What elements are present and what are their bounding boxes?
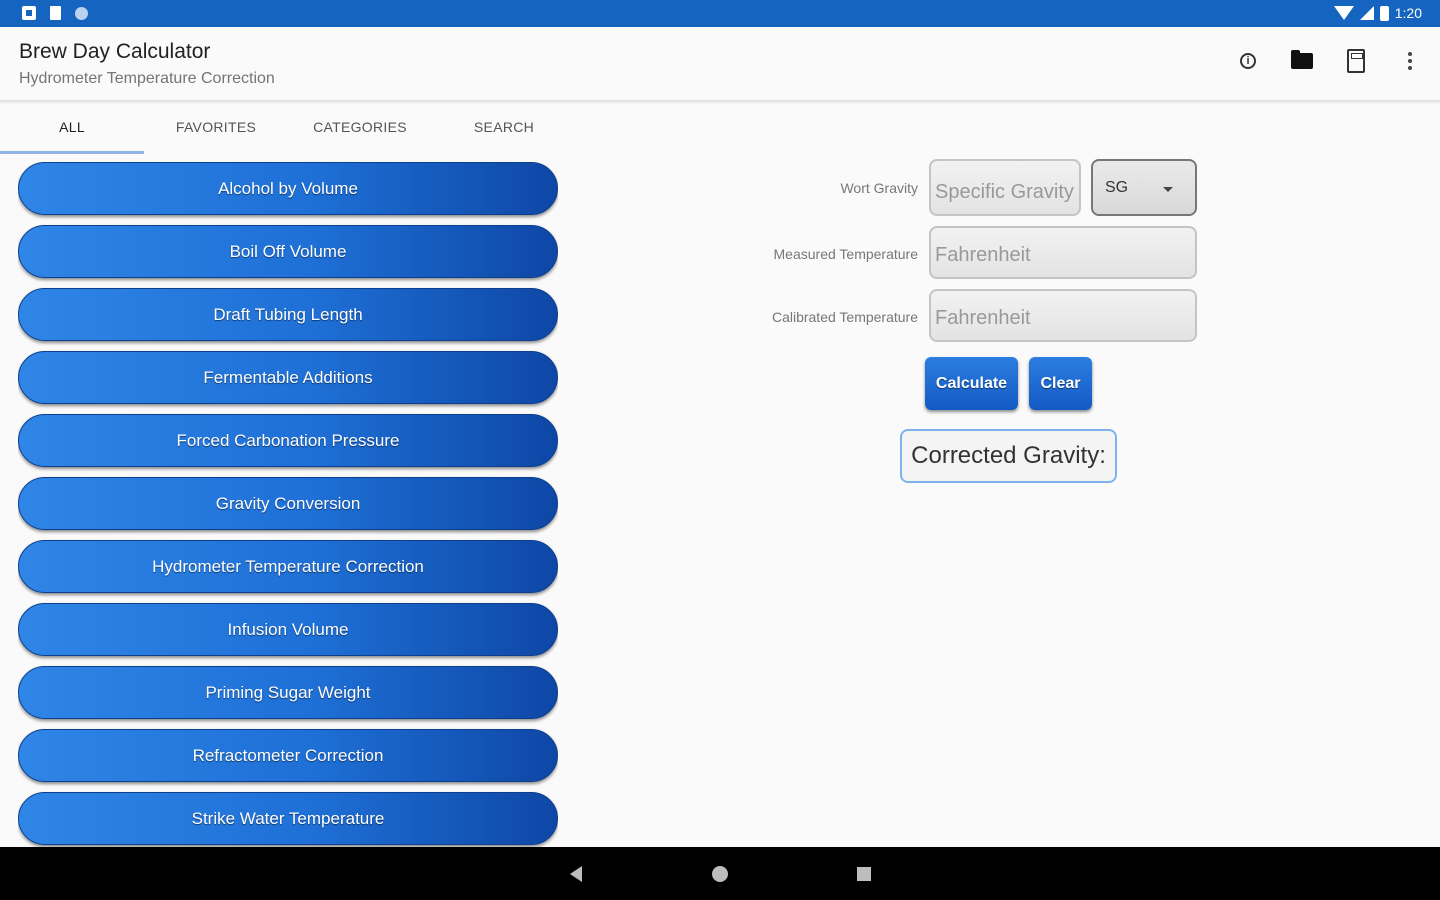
calculator-item-boil-off-volume[interactable]: Boil Off Volume bbox=[18, 225, 558, 278]
notification-icon bbox=[22, 6, 36, 20]
calculator-item-fermentable-additions[interactable]: Fermentable Additions bbox=[18, 351, 558, 404]
gravity-unit-value: SG bbox=[1105, 178, 1129, 196]
app-subtitle: Hydrometer Temperature Correction bbox=[19, 70, 275, 87]
info-button[interactable]: i bbox=[1236, 49, 1260, 73]
calculator-list[interactable]: Alcohol by Volume Boil Off Volume Draft … bbox=[18, 162, 558, 847]
calculate-button[interactable]: Calculate bbox=[925, 357, 1018, 410]
home-icon[interactable] bbox=[712, 866, 728, 882]
tab-all[interactable]: ALL bbox=[0, 100, 144, 154]
tab-favorites[interactable]: FAVORITES bbox=[144, 100, 288, 154]
calculator-item-draft-tubing-length[interactable]: Draft Tubing Length bbox=[18, 288, 558, 341]
wort-gravity-label: Wort Gravity bbox=[840, 180, 918, 196]
calibrated-temperature-label: Calibrated Temperature bbox=[771, 309, 918, 325]
measured-temperature-input[interactable]: Fahrenheit bbox=[929, 226, 1197, 279]
chevron-down-icon bbox=[1163, 187, 1173, 192]
tab-indicator bbox=[0, 151, 144, 154]
calculator-item-forced-carbonation-pressure[interactable]: Forced Carbonation Pressure bbox=[18, 414, 558, 467]
corrected-gravity-result: Corrected Gravity: bbox=[900, 429, 1117, 483]
calculator-button[interactable] bbox=[1344, 49, 1368, 73]
tab-categories[interactable]: CATEGORIES bbox=[288, 100, 432, 154]
calculator-item-alcohol-by-volume[interactable]: Alcohol by Volume bbox=[18, 162, 558, 215]
measured-temperature-label: Measured Temperature bbox=[773, 246, 918, 262]
tab-search[interactable]: SEARCH bbox=[432, 100, 576, 154]
calculator-item-hydrometer-temperature-correction[interactable]: Hydrometer Temperature Correction bbox=[18, 540, 558, 593]
back-icon[interactable] bbox=[570, 866, 582, 882]
tab-bar: ALL FAVORITES CATEGORIES SEARCH bbox=[0, 100, 580, 154]
info-icon: i bbox=[1240, 53, 1256, 69]
calculator-item-strike-water-temperature[interactable]: Strike Water Temperature bbox=[18, 792, 558, 845]
open-folder-button[interactable] bbox=[1290, 49, 1314, 73]
clear-button[interactable]: Clear bbox=[1029, 357, 1092, 410]
wifi-icon bbox=[1333, 6, 1354, 20]
sync-icon bbox=[75, 6, 88, 20]
more-vert-icon bbox=[1408, 52, 1412, 70]
wort-gravity-input[interactable]: Specific Gravity bbox=[929, 159, 1081, 216]
calibrated-temperature-input[interactable]: Fahrenheit bbox=[929, 289, 1197, 342]
gravity-unit-select[interactable]: SG bbox=[1091, 159, 1197, 216]
status-time: 1:20 bbox=[1394, 5, 1422, 21]
calculator-icon bbox=[1347, 49, 1365, 73]
overflow-menu-button[interactable] bbox=[1398, 49, 1422, 73]
calculator-item-gravity-conversion[interactable]: Gravity Conversion bbox=[18, 477, 558, 530]
calculator-item-infusion-volume[interactable]: Infusion Volume bbox=[18, 603, 558, 656]
calculator-item-priming-sugar-weight[interactable]: Priming Sugar Weight bbox=[18, 666, 558, 719]
sd-card-icon bbox=[50, 6, 61, 20]
battery-icon bbox=[1379, 5, 1389, 21]
cell-signal-icon bbox=[1359, 6, 1374, 20]
calculator-item-refractometer-correction[interactable]: Refractometer Correction bbox=[18, 729, 558, 782]
status-bar: 1:20 bbox=[0, 0, 1440, 27]
app-bar: Brew Day Calculator Hydrometer Temperatu… bbox=[0, 27, 1440, 101]
recents-icon[interactable] bbox=[857, 867, 871, 881]
app-title: Brew Day Calculator bbox=[19, 40, 211, 63]
system-navigation-bar bbox=[0, 847, 1440, 900]
folder-icon bbox=[1291, 50, 1313, 69]
